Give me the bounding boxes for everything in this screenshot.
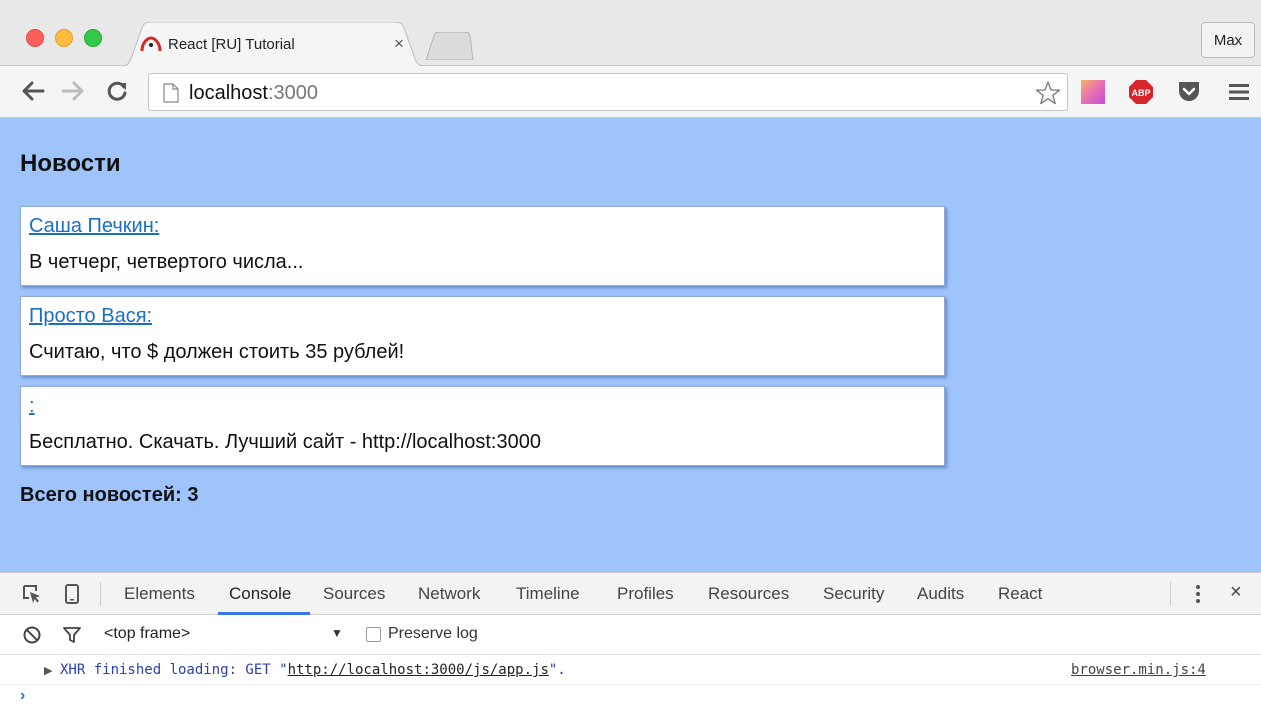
profile-button[interactable]: Max [1201, 22, 1255, 58]
adblock-icon[interactable]: ABP [1128, 79, 1154, 105]
tab-sources[interactable]: Sources [323, 584, 385, 604]
browser-toolbar: localhost:3000 ABP [0, 66, 1261, 118]
forward-button[interactable] [58, 76, 88, 106]
minimize-window-button[interactable] [55, 29, 73, 47]
console-message: ▶ XHR finished loading: GET "http://loca… [0, 655, 1261, 685]
reload-button[interactable] [102, 76, 132, 106]
dropdown-arrow-icon[interactable]: ▼ [331, 626, 343, 640]
devtools-panel: Elements Console Sources Network Timelin… [0, 572, 1261, 707]
address-url: localhost:3000 [189, 82, 318, 104]
address-bar[interactable]: localhost:3000 [148, 73, 1068, 111]
article-text: Бесплатно. Скачать. Лучший сайт - http:/… [29, 431, 541, 453]
tab-close-icon[interactable]: × [390, 34, 408, 54]
news-article: Саша Печкин: В четчерг, четвертого числа… [20, 206, 945, 286]
new-tab-button[interactable] [424, 32, 474, 60]
article-author-link[interactable]: Просто Вася: [29, 305, 152, 328]
tab-console[interactable]: Console [229, 584, 291, 604]
inspect-element-icon[interactable] [22, 584, 42, 604]
frame-select[interactable]: <top frame> [104, 625, 190, 643]
tab-react[interactable]: React [998, 584, 1042, 604]
tab-resources[interactable]: Resources [708, 584, 789, 604]
news-total: Всего новостей: 3 [20, 484, 199, 506]
svg-text:ABP: ABP [1131, 88, 1150, 98]
star-icon[interactable] [1035, 80, 1061, 106]
article-author-link[interactable]: : [29, 395, 35, 418]
console-source-link[interactable]: browser.min.js:4 [1071, 662, 1206, 678]
console-message-text: XHR finished loading: GET "http://localh… [60, 662, 566, 678]
arrow-left-icon [22, 81, 45, 101]
page-heading: Новости [20, 150, 121, 177]
tab-audits[interactable]: Audits [917, 584, 964, 604]
more-vertical-icon[interactable] [1190, 584, 1206, 604]
page-viewport: Новости Саша Печкин: В четчерг, четверто… [0, 118, 1261, 572]
back-button[interactable] [18, 76, 48, 106]
console-message-url[interactable]: http://localhost:3000/js/app.js [288, 662, 549, 678]
article-text: В четчерг, четвертого числа... [29, 251, 304, 273]
close-window-button[interactable] [26, 29, 44, 47]
devtools-tabbar: Elements Console Sources Network Timelin… [0, 573, 1261, 615]
article-text: Считаю, что $ должен стоить 35 рублей! [29, 341, 405, 363]
console-filterbar: <top frame> ▼ Preserve log [0, 615, 1261, 655]
hamburger-icon[interactable] [1226, 79, 1252, 105]
tab-security[interactable]: Security [823, 584, 884, 604]
news-article: Просто Вася: Считаю, что $ должен стоить… [20, 296, 945, 376]
tabbar-separator [1170, 582, 1171, 606]
color-extension-icon[interactable] [1080, 79, 1106, 105]
console-prompt[interactable]: › [20, 687, 25, 705]
react-favicon-icon [140, 36, 162, 52]
browser-tab-active[interactable]: React [RU] Tutorial × [118, 22, 428, 67]
pocket-icon[interactable] [1176, 79, 1202, 105]
arrow-right-icon [61, 81, 84, 101]
tab-title: React [RU] Tutorial [168, 36, 295, 53]
tab-elements[interactable]: Elements [124, 584, 195, 604]
news-article: : Бесплатно. Скачать. Лучший сайт - http… [20, 386, 945, 466]
close-devtools-icon[interactable]: × [1230, 581, 1242, 604]
page-icon [163, 83, 179, 103]
tab-network[interactable]: Network [418, 584, 480, 604]
tab-profiles[interactable]: Profiles [617, 584, 674, 604]
tabbar-separator [100, 582, 101, 606]
filter-icon[interactable] [62, 625, 82, 645]
tab-timeline[interactable]: Timeline [516, 584, 580, 604]
article-author-link[interactable]: Саша Печкин: [29, 215, 159, 238]
zoom-window-button[interactable] [84, 29, 102, 47]
device-mode-icon[interactable] [64, 584, 80, 604]
clear-console-icon[interactable] [22, 625, 42, 645]
reload-icon [107, 81, 127, 101]
browser-titlebar: React [RU] Tutorial × Max [0, 0, 1261, 67]
preserve-log-label: Preserve log [388, 625, 478, 642]
expand-triangle-icon[interactable]: ▶ [44, 664, 52, 677]
preserve-log-checkbox[interactable] [366, 627, 381, 642]
